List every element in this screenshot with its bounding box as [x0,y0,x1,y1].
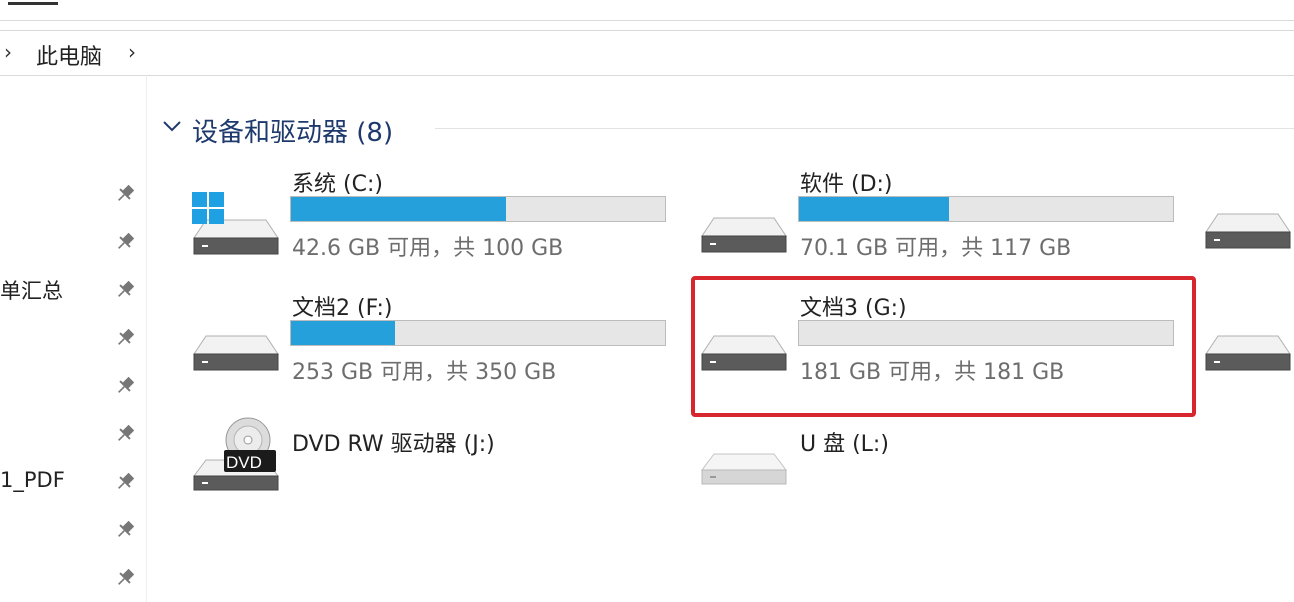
pin-icon[interactable] [114,231,136,253]
drive-capacity: 253 GB 可用，共 350 GB [292,360,557,385]
drive-name: 系统 (C:) [292,172,383,197]
drive-icon [701,217,787,253]
drive-name: 软件 (D:) [800,172,893,197]
pin-icon[interactable] [114,567,136,589]
sidebar-item-label[interactable]: 单汇总 [0,275,63,305]
pin-icon[interactable] [114,279,136,301]
drive-capacity: 42.6 GB 可用，共 100 GB [292,236,564,261]
pin-icon[interactable] [114,471,136,493]
pin-icon[interactable] [114,519,136,541]
drive-name: 文档2 (F:) [292,296,393,321]
highlight-box [691,276,1196,417]
drive-item-d[interactable]: 软件 (D:) 70.1 GB 可用，共 117 GB [700,166,1180,266]
group-title: 设备和驱动器 (8) [192,118,394,148]
drive-item-l[interactable]: U 盘 (L:) [700,424,1180,504]
pin-icon[interactable] [114,423,136,445]
capacity-bar [798,196,1174,222]
dvd-logo-text: DVD [226,453,262,472]
title-fragment [8,0,58,5]
breadcrumb-this-pc[interactable]: 此电脑 [36,39,102,71]
pin-icon[interactable] [114,375,136,397]
drive-item-partial[interactable] [1204,190,1294,260]
group-divider [435,128,1294,129]
group-header-devices[interactable]: 设备和驱动器 (8) [160,112,1294,148]
drive-icon [1205,213,1291,249]
capacity-bar-fill [799,197,949,221]
capacity-bar [290,320,666,346]
drive-capacity: 70.1 GB 可用，共 117 GB [800,236,1072,261]
sidebar-item-label[interactable]: 1_PDF [0,468,65,492]
title-strip [0,0,1294,21]
drive-item-partial[interactable] [1204,312,1294,382]
drive-icon [1205,335,1291,371]
pin-icon[interactable] [114,327,136,349]
pin-icon[interactable] [114,183,136,205]
drive-icon [193,335,279,371]
drive-item-c[interactable]: 系统 (C:) 42.6 GB 可用，共 100 GB [192,166,672,266]
drive-item-j[interactable]: DVD DVD RW 驱动器 (J:) [192,417,672,504]
breadcrumb-chevron-icon[interactable]: › [4,40,12,64]
navigation-pane: 单汇总 1_PDF [0,75,147,602]
chevron-down-icon[interactable] [160,114,184,138]
capacity-bar [290,196,666,222]
drive-name: U 盘 (L:) [800,432,889,457]
windows-drive-icon [192,192,279,255]
breadcrumb-chevron-icon[interactable]: › [128,40,136,64]
drive-item-f[interactable]: 文档2 (F:) 253 GB 可用，共 350 GB [192,290,672,390]
capacity-bar-fill [291,321,395,345]
usb-drive-icon [701,453,787,485]
drive-name: DVD RW 驱动器 (J:) [292,432,495,457]
capacity-bar-fill [291,197,506,221]
address-bar[interactable]: › 此电脑 › [0,30,1294,76]
